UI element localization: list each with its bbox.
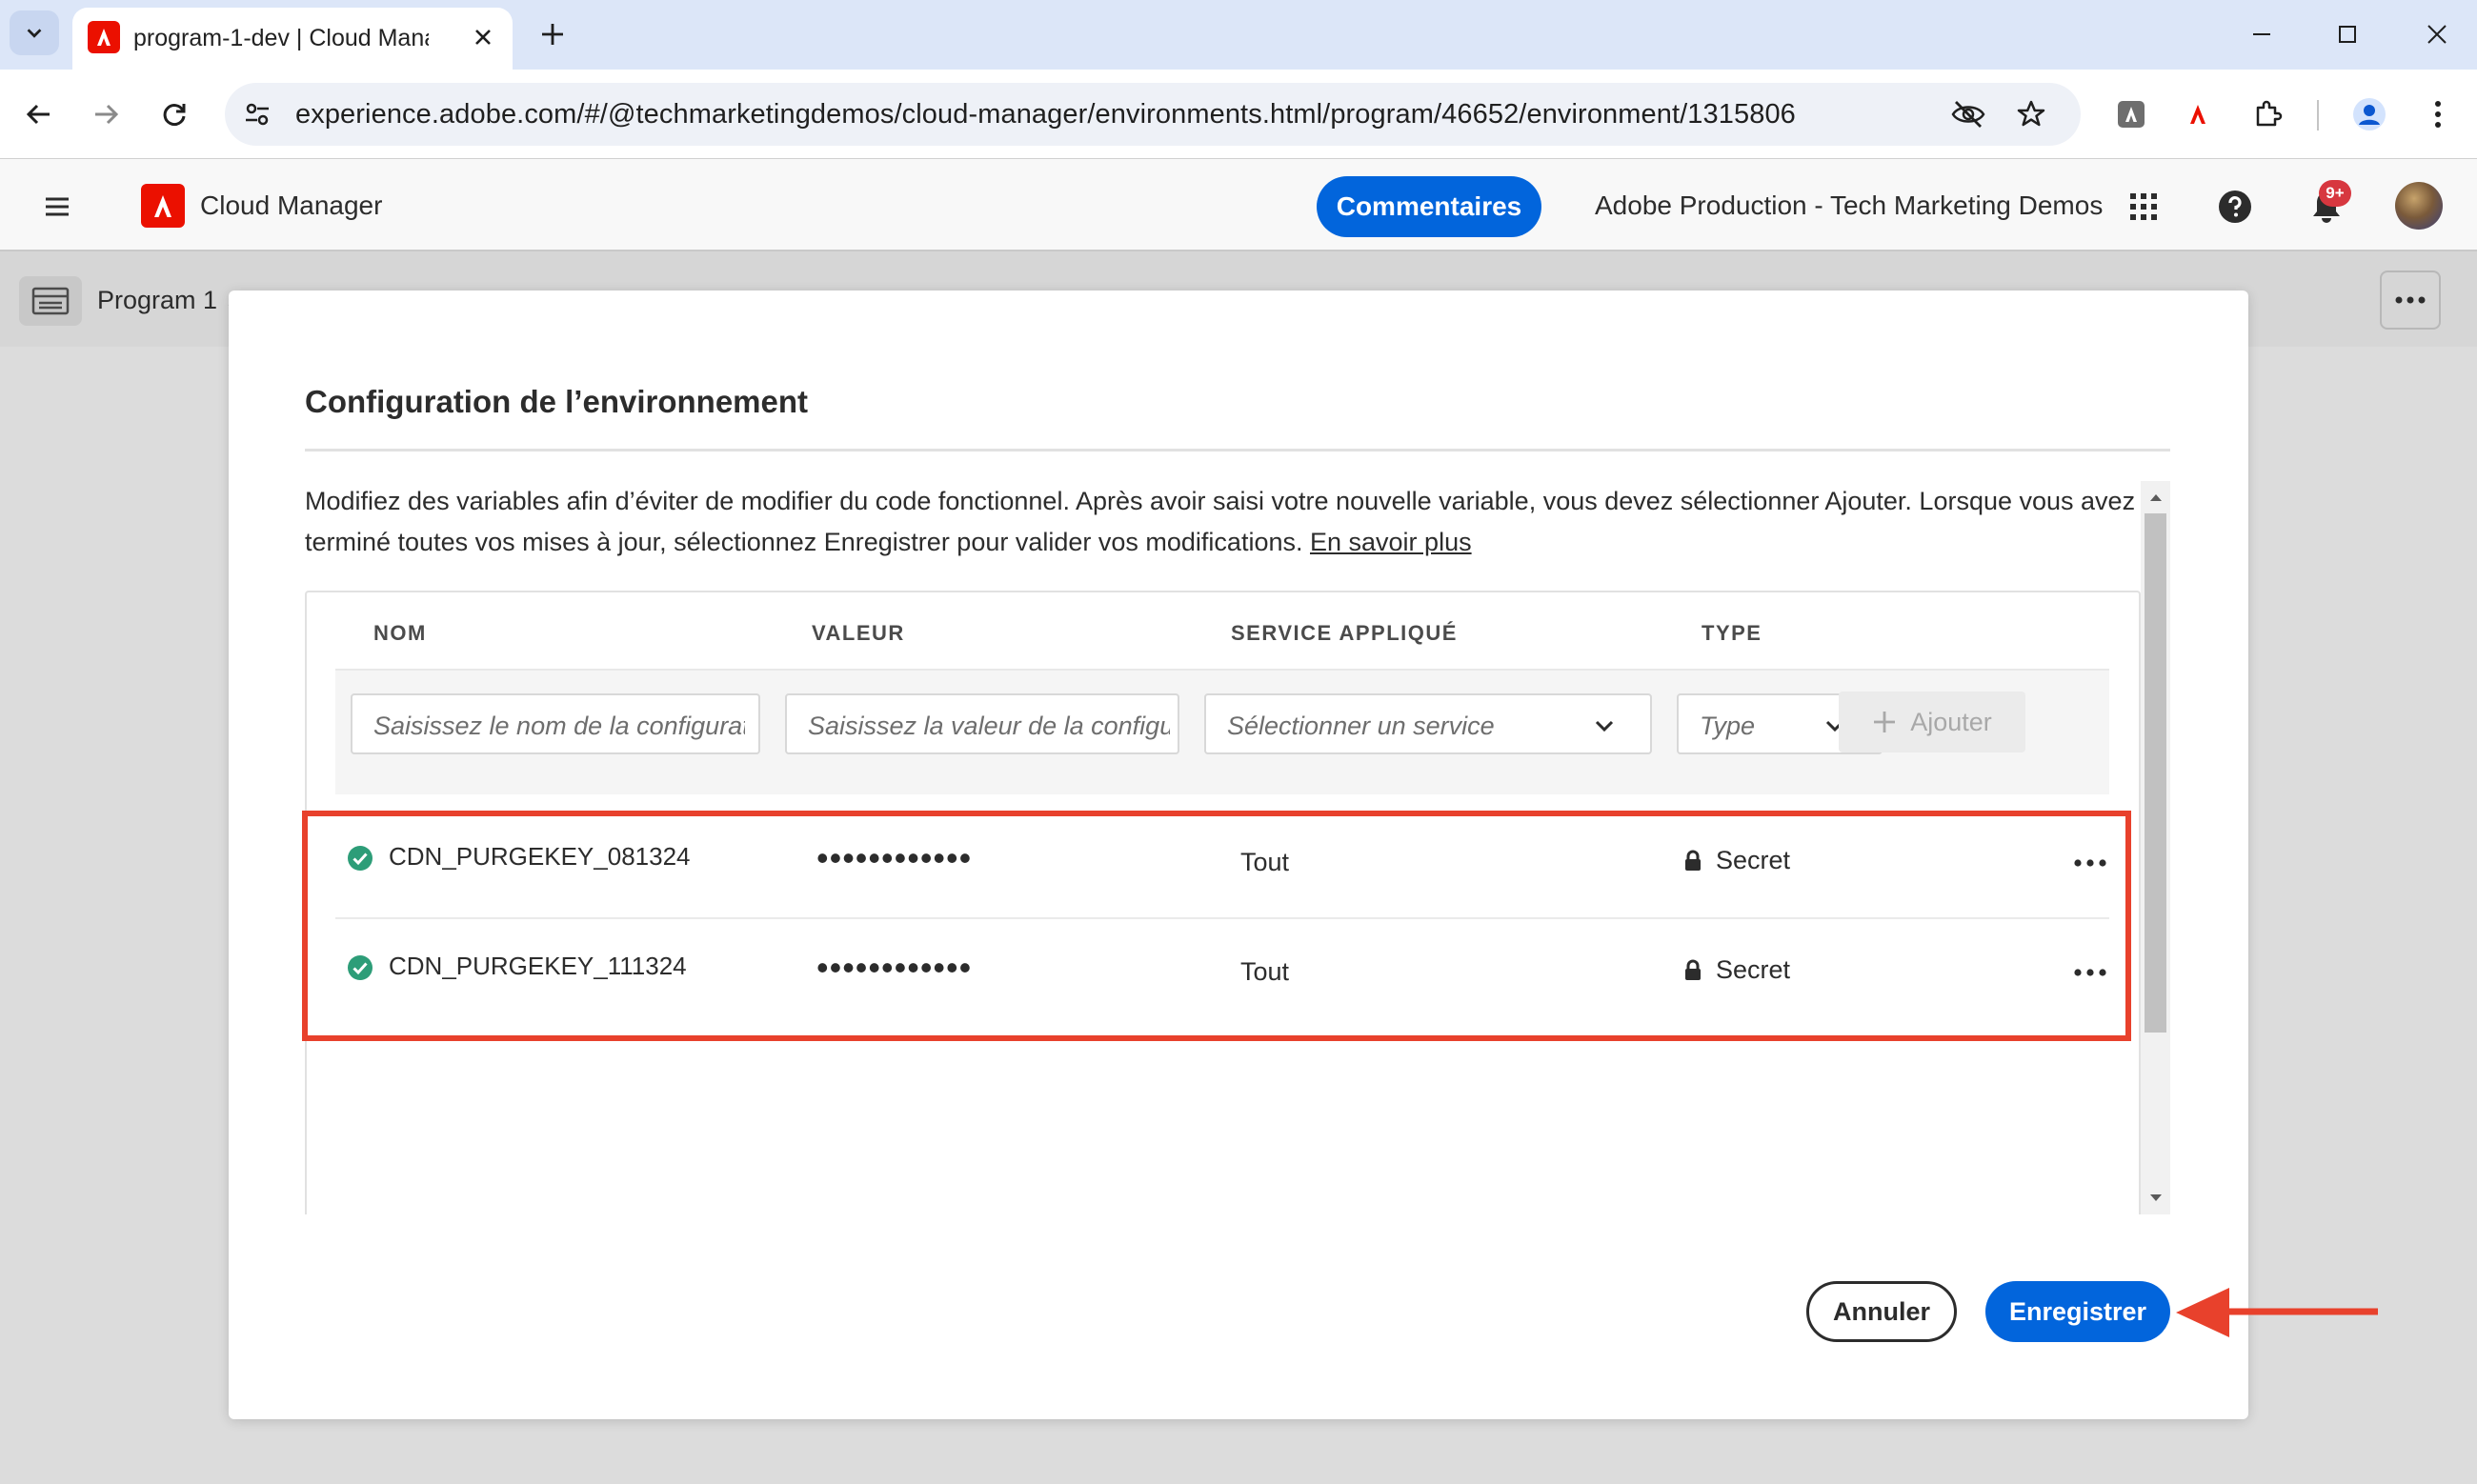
dialog-divider: [305, 449, 2170, 451]
forward-icon: [95, 104, 119, 125]
column-header-name: NOM: [373, 621, 427, 645]
row-actions-button[interactable]: [2069, 850, 2111, 876]
name-input[interactable]: Saisissez le nom de la configurat...: [351, 693, 760, 754]
tab-title: program-1-dev | Cloud Manager: [133, 25, 429, 51]
program-icon: [19, 276, 82, 326]
chevron-down-icon: [27, 28, 42, 38]
cancel-button[interactable]: Annuler: [1806, 1281, 1957, 1342]
service-select[interactable]: Sélectionner un service: [1204, 693, 1652, 754]
row-actions-button[interactable]: [2069, 959, 2111, 986]
back-button[interactable]: [17, 92, 61, 136]
toolbar-separator: [2317, 100, 2319, 130]
site-info-icon[interactable]: [240, 97, 274, 131]
profile-icon[interactable]: [2347, 92, 2391, 136]
column-header-service: SERVICE APPLIQUÉ: [1231, 621, 1458, 645]
reload-icon: [163, 104, 186, 126]
browser-toolbar: experience.adobe.com/#/@techmarketingdem…: [0, 70, 2477, 159]
scroll-up-arrow-icon[interactable]: [2141, 483, 2170, 511]
value-placeholder: Saisissez la valeur de la configu...: [808, 712, 1170, 740]
app-name: Cloud Manager: [200, 191, 383, 220]
variable-name: CDN_PURGEKEY_111324: [389, 952, 687, 980]
learn-more-link[interactable]: En savoir plus: [1310, 528, 1472, 556]
maximize-button[interactable]: [2326, 13, 2368, 55]
plus-icon: [542, 24, 563, 45]
name-placeholder: Saisissez le nom de la configurat...: [373, 712, 745, 740]
kebab-icon[interactable]: [2416, 92, 2460, 136]
ellipsis-icon: [2074, 859, 2106, 867]
close-icon: [475, 30, 491, 45]
variable-name: CDN_PURGEKEY_081324: [389, 842, 691, 871]
table-row: CDN_PURGEKEY_111324 •••••••••••• Tout Se…: [335, 921, 2109, 1029]
variable-value: ••••••••••••: [816, 948, 973, 987]
more-actions-button[interactable]: [2380, 271, 2441, 330]
adobe-logo-icon: [141, 184, 185, 228]
add-label: Ajouter: [1910, 707, 1992, 736]
ellipsis-icon: [2074, 969, 2106, 976]
minimize-button[interactable]: [2241, 13, 2283, 55]
variable-type: Secret: [1716, 846, 1791, 874]
eye-off-icon[interactable]: [1951, 97, 1985, 131]
extension-adobe-red-icon[interactable]: [2176, 92, 2220, 136]
scroll-down-arrow-icon[interactable]: [2141, 1184, 2170, 1213]
feedback-button[interactable]: Commentaires: [1317, 176, 1541, 237]
help-icon[interactable]: [2214, 186, 2256, 228]
service-placeholder: Sélectionner un service: [1227, 712, 1495, 740]
dialog-title: Configuration de l’environnement: [305, 384, 809, 419]
annotation-arrow-icon: [2176, 1288, 2378, 1337]
column-header-value: VALEUR: [812, 621, 905, 645]
notification-badge: 9+: [2319, 180, 2351, 207]
column-header-type: TYPE: [1702, 621, 1762, 645]
back-icon: [26, 104, 50, 125]
save-button[interactable]: Enregistrer: [1985, 1281, 2170, 1342]
maximize-icon: [2339, 26, 2356, 43]
apps-grid-icon[interactable]: [2123, 186, 2165, 228]
check-circle-icon: [348, 846, 373, 871]
address-bar[interactable]: experience.adobe.com/#/@techmarketingdem…: [225, 83, 2081, 146]
dialog-scrollbar[interactable]: [2141, 481, 2170, 1214]
program-label: Program 1: [97, 286, 218, 314]
hamburger-icon[interactable]: [36, 188, 78, 226]
extension-adobe-gray-icon[interactable]: [2109, 92, 2153, 136]
chevron-down-icon: [1591, 712, 1618, 739]
reload-button[interactable]: [152, 92, 196, 136]
variable-service: Tout: [1240, 957, 1290, 986]
variable-service: Tout: [1240, 848, 1290, 876]
org-switcher[interactable]: Adobe Production - Tech Marketing Demos: [1595, 191, 2103, 221]
forward-button[interactable]: [84, 92, 128, 136]
minimize-icon: [2253, 33, 2270, 35]
url-text: experience.adobe.com/#/@techmarketingdem…: [295, 99, 1796, 130]
tab-close-button[interactable]: [467, 21, 499, 53]
star-icon[interactable]: [2014, 97, 2048, 131]
add-variable-button[interactable]: Ajouter: [1839, 692, 2025, 752]
variables-table: NOM VALEUR SERVICE APPLIQUÉ TYPE Saisiss…: [305, 591, 2141, 1214]
close-window-button[interactable]: [2416, 13, 2458, 55]
tab-search-button[interactable]: [10, 10, 59, 55]
browser-tabstrip: program-1-dev | Cloud Manager: [0, 0, 2477, 70]
variable-type: Secret: [1716, 955, 1791, 984]
browser-tab[interactable]: program-1-dev | Cloud Manager: [72, 8, 513, 70]
plus-icon: [1874, 712, 1896, 732]
scroll-thumb[interactable]: [2145, 513, 2166, 1033]
check-circle-icon: [348, 955, 373, 980]
new-tab-button[interactable]: [534, 15, 572, 53]
value-input[interactable]: Saisissez la valeur de la configu...: [785, 693, 1179, 754]
description-text: Modifiez des variables afin d’éviter de …: [305, 487, 2136, 556]
avatar[interactable]: [2395, 182, 2443, 230]
adobe-favicon-icon: [88, 21, 120, 53]
close-icon: [2427, 25, 2447, 44]
type-placeholder: Type: [1700, 712, 1756, 740]
lock-icon: [1685, 959, 1701, 980]
new-variable-row: Saisissez le nom de la configurat... Sai…: [335, 671, 2109, 794]
program-selector[interactable]: Program 1 ⌄: [97, 286, 240, 315]
app-header: Cloud Manager Commentaires Adobe Product…: [0, 159, 2477, 251]
extension-icon[interactable]: [2246, 92, 2290, 136]
dialog-description: Modifiez des variables afin d’éviter de …: [305, 481, 2172, 563]
ellipsis-icon: [2395, 296, 2426, 304]
lock-icon: [1685, 850, 1701, 871]
environment-config-dialog: Configuration de l’environnement Modifie…: [229, 291, 2248, 1419]
table-row: CDN_PURGEKEY_081324 •••••••••••• Tout Se…: [335, 812, 2109, 919]
variable-value: ••••••••••••: [816, 838, 973, 877]
